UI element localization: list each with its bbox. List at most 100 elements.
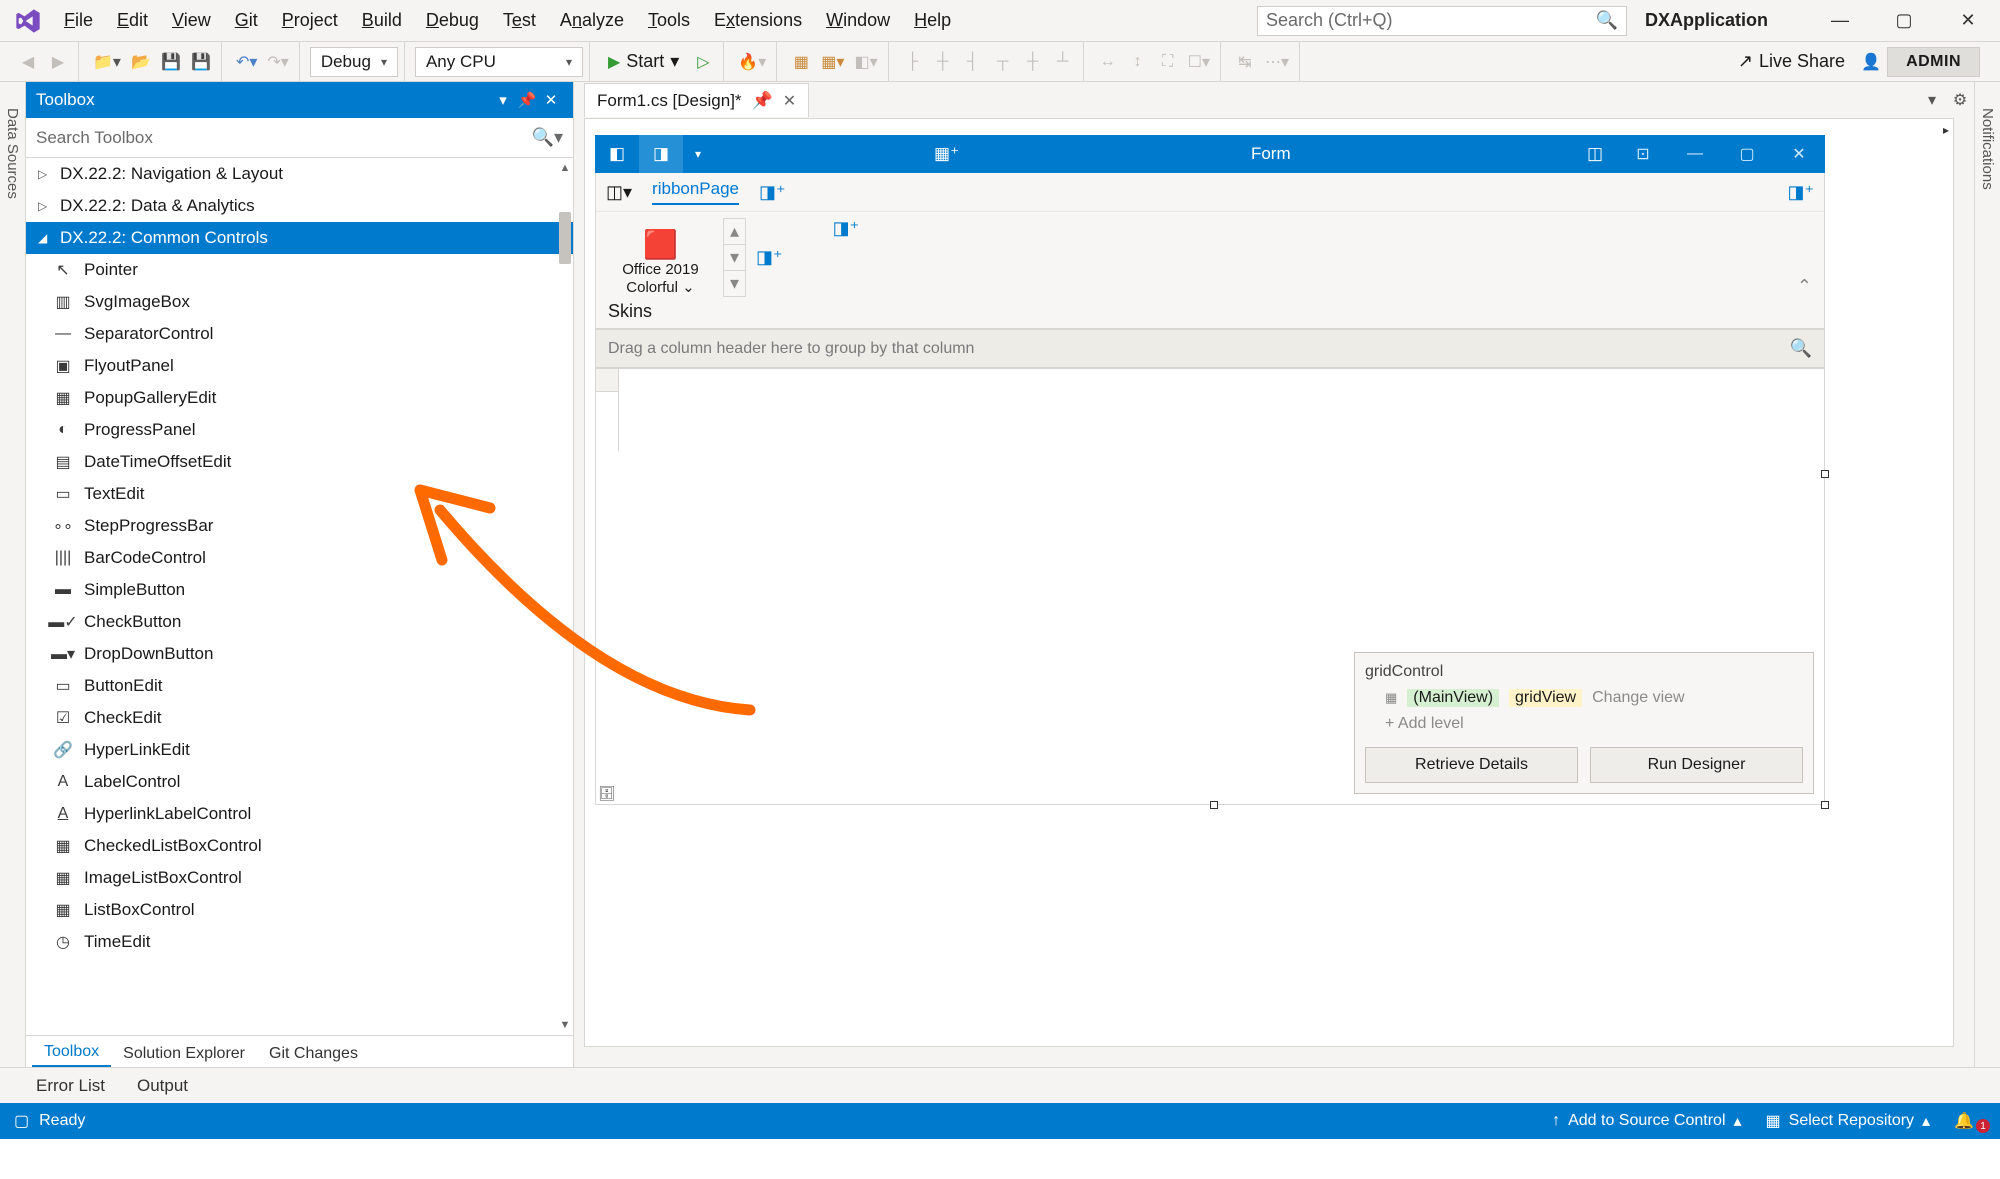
toolbox-category-common[interactable]: ◢DX.22.2: Common Controls <box>26 222 573 254</box>
menu-project[interactable]: Project <box>270 4 350 37</box>
ribbon-add-item-icon[interactable]: ◨⁺ <box>756 247 783 268</box>
select-repository-button[interactable]: ▦Select Repository▴ <box>1754 1111 1943 1131</box>
toolbox-item-simplebutton[interactable]: ▬SimpleButton <box>26 574 573 606</box>
panel-pin-icon[interactable]: 📌 <box>515 91 539 109</box>
menu-extensions[interactable]: Extensions <box>702 4 814 37</box>
scrollbar-thumb[interactable] <box>559 212 571 264</box>
menu-git[interactable]: Git <box>223 4 270 37</box>
menu-build[interactable]: Build <box>350 4 414 37</box>
save-all-button[interactable]: 💾 <box>187 48 215 76</box>
menu-test[interactable]: Test <box>491 4 548 37</box>
window-maximize-button[interactable]: ▢ <box>1872 0 1936 42</box>
toolbox-item-stepprogress[interactable]: ∘∘StepProgressBar <box>26 510 573 542</box>
gallery-down-icon[interactable]: ▾ <box>724 245 745 271</box>
form-max-icon[interactable]: ▢ <box>1721 144 1773 164</box>
spacing-v-icon[interactable]: ↕ <box>1124 48 1152 76</box>
resize-handle-corner[interactable] <box>1821 801 1829 809</box>
nav-back-button[interactable]: ◀ <box>14 48 42 76</box>
toolbox-item-checkedit[interactable]: ☑CheckEdit <box>26 702 573 734</box>
toolbox-item-listbox[interactable]: ▦ListBoxControl <box>26 894 573 926</box>
start-debugging-button[interactable]: ▶Start▾ <box>600 47 687 77</box>
resize-handle-bottom[interactable] <box>1210 801 1218 809</box>
gallery-up-icon[interactable]: ▴ <box>724 219 745 245</box>
resize-handle-right[interactable] <box>1821 470 1829 478</box>
toolbox-category-navigation[interactable]: ▷DX.22.2: Navigation & Layout <box>26 158 573 190</box>
hot-reload-button[interactable]: 🔥▾ <box>734 48 770 76</box>
btn-layer[interactable]: ◧▾ <box>850 48 881 76</box>
toolbox-item-dropdownbutton[interactable]: ▬▾DropDownButton <box>26 638 573 670</box>
spacing-h-icon[interactable]: ↔ <box>1094 48 1122 76</box>
form-close-icon[interactable]: ✕ <box>1773 144 1825 164</box>
form-add-icon[interactable]: ▦⁺ <box>925 135 969 173</box>
toolbox-item-flyoutpanel[interactable]: ▣FlyoutPanel <box>26 350 573 382</box>
scroll-down-icon[interactable]: ▼ <box>559 1019 571 1031</box>
align-left-icon[interactable]: ├ <box>899 48 927 76</box>
doc-dropdown-icon[interactable]: ▾ <box>1918 86 1946 114</box>
doc-tab-form1[interactable]: Form1.cs [Design]* 📌 ✕ <box>584 83 809 117</box>
menu-window[interactable]: Window <box>814 4 902 37</box>
align-right-icon[interactable]: ┤ <box>959 48 987 76</box>
menu-help[interactable]: Help <box>902 4 963 37</box>
menu-debug[interactable]: Debug <box>414 4 491 37</box>
form-help-icon[interactable]: ⊡ <box>1617 144 1669 164</box>
form-icon3[interactable]: ▾ <box>683 135 713 173</box>
grid-group-panel[interactable]: Drag a column header here to group by th… <box>596 330 1824 368</box>
align-bottom-icon[interactable]: ┴ <box>1049 48 1077 76</box>
new-project-button[interactable]: 📁▾ <box>89 48 125 76</box>
global-search-input[interactable]: Search (Ctrl+Q) 🔍 <box>1257 6 1627 36</box>
live-share-button[interactable]: ↗ Live Share <box>1728 51 1855 72</box>
btn-grid2[interactable]: ▦▾ <box>817 48 848 76</box>
redo-button[interactable]: ↷▾ <box>263 48 292 76</box>
scroll-up-icon[interactable]: ▲ <box>559 162 571 174</box>
toolbox-item-barcode[interactable]: ||||BarCodeControl <box>26 542 573 574</box>
menu-edit[interactable]: Edit <box>105 4 160 37</box>
toolbox-item-labelcontrol[interactable]: ALabelControl <box>26 766 573 798</box>
doc-settings-icon[interactable]: ⚙ <box>1946 86 1974 114</box>
popup-add-level[interactable]: + Add level <box>1365 715 1803 733</box>
data-sources-tab[interactable]: Data Sources <box>4 104 21 203</box>
form-icon1[interactable]: ◧ <box>595 135 639 173</box>
ribbon-menu-icon[interactable]: ◫▾ <box>606 182 632 203</box>
toolbox-item-buttonedit[interactable]: ▭ButtonEdit <box>26 670 573 702</box>
toolbox-item-checkedlistbox[interactable]: ▦CheckedListBoxControl <box>26 830 573 862</box>
align-middle-icon[interactable]: ┼ <box>1019 48 1047 76</box>
gallery-expand-icon[interactable]: ▾ <box>724 271 745 296</box>
ribbon-add-right-icon[interactable]: ◨⁺ <box>1787 182 1814 203</box>
toolbox-item-popupgallery[interactable]: ▦PopupGalleryEdit <box>26 382 573 414</box>
window-minimize-button[interactable]: — <box>1808 0 1872 42</box>
panel-close-icon[interactable]: ✕ <box>539 91 563 109</box>
toolbox-item-hyperlinkedit[interactable]: 🔗HyperLinkEdit <box>26 734 573 766</box>
popup-mainview-row[interactable]: ▦ (MainView) gridView Change view <box>1365 689 1803 707</box>
toolbox-item-svgimagebox[interactable]: ▥SvgImageBox <box>26 286 573 318</box>
tab-git-changes[interactable]: Git Changes <box>257 1039 370 1067</box>
toolbox-item-progresspanel[interactable]: ◐ProgressPanel <box>26 414 573 446</box>
add-source-control-button[interactable]: ↑Add to Source Control▴ <box>1540 1111 1753 1131</box>
more-icon[interactable]: ⋯▾ <box>1261 48 1293 76</box>
notifications-bell-icon[interactable]: 🔔1 <box>1942 1111 1986 1131</box>
grid-body[interactable]: 🗄 gridControl ▦ (MainView) gridView Chan… <box>596 368 1824 804</box>
menu-analyze[interactable]: Analyze <box>548 4 636 37</box>
form-min-icon[interactable]: — <box>1669 145 1721 163</box>
fullscreen-icon[interactable]: ⛶ <box>1154 48 1182 76</box>
toolbox-item-checkbutton[interactable]: ▬✓CheckButton <box>26 606 573 638</box>
toolbox-category-data[interactable]: ▷DX.22.2: Data & Analytics <box>26 190 573 222</box>
ribbon-add-group-icon[interactable]: ◨⁺ <box>793 218 860 239</box>
designer-canvas[interactable]: ▸ ◧ ◨ ▾ ▦⁺ Form ◫ ⊡ — ▢ ✕ ◫▾ <box>584 118 1954 1047</box>
grid-search-icon[interactable]: 🔍 <box>1790 338 1812 359</box>
send-back-icon[interactable]: ☐▾ <box>1184 48 1214 76</box>
ribbon-tab-page[interactable]: ribbonPage <box>652 179 739 205</box>
undo-button[interactable]: ↶▾ <box>232 48 261 76</box>
btn-grid1[interactable]: ▦ <box>787 48 815 76</box>
toolbox-item-textedit[interactable]: ▭TextEdit <box>26 478 573 510</box>
tab-pin-icon[interactable]: 📌 <box>752 91 773 111</box>
tab-solution-explorer[interactable]: Solution Explorer <box>111 1039 257 1067</box>
start-without-debugging-button[interactable]: ▷ <box>689 48 717 76</box>
ribbon-add-page-icon[interactable]: ◨⁺ <box>759 182 786 203</box>
notifications-tab[interactable]: Notifications <box>1979 104 1996 194</box>
menu-tools[interactable]: Tools <box>636 4 702 37</box>
ribbon-collapse-icon[interactable]: ⌃ <box>1797 276 1812 297</box>
config-dropdown[interactable]: Debug▾ <box>310 47 398 77</box>
tab-close-icon[interactable]: ✕ <box>783 91 796 111</box>
save-button[interactable]: 💾 <box>157 48 185 76</box>
tab-toolbox[interactable]: Toolbox <box>32 1037 111 1067</box>
